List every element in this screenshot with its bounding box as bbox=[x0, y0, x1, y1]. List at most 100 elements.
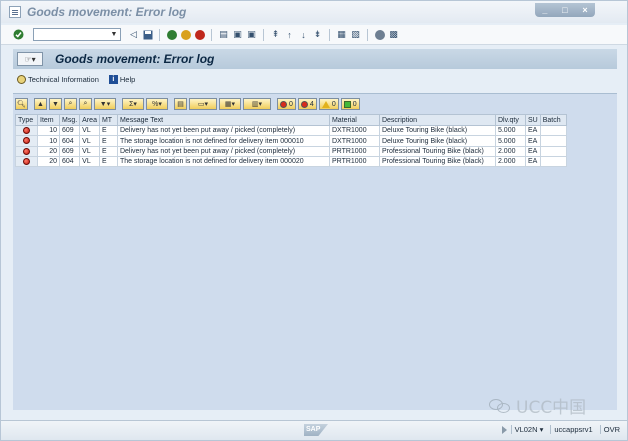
maximize-button[interactable]: □ bbox=[562, 5, 567, 15]
application-toolbar: Technical Information i Help bbox=[13, 71, 617, 87]
warnings-filter-button[interactable]: 4 bbox=[297, 98, 317, 110]
info-filter-button[interactable]: 0 bbox=[318, 98, 339, 110]
help-label: Help bbox=[119, 74, 136, 84]
toolbar-separator bbox=[263, 28, 264, 41]
toolbar-separator bbox=[367, 28, 368, 41]
mt-cell: E bbox=[98, 124, 118, 137]
errors-count: 0 bbox=[289, 100, 293, 108]
qty-cell: 2.000 bbox=[494, 145, 526, 158]
material-cell: DXTR1000 bbox=[328, 135, 380, 147]
command-field[interactable]: ▼ bbox=[33, 28, 121, 41]
mt-cell: E bbox=[98, 156, 118, 168]
material-cell: PRTR1000 bbox=[328, 156, 380, 168]
screen-header: ☞▾ Goods movement: Error log bbox=[13, 49, 617, 69]
title-bar: Goods movement: Error log _ □ × bbox=[1, 1, 627, 23]
technical-information-label: Technical Information bbox=[28, 74, 99, 84]
layout-menu-icon[interactable]: ▩ bbox=[388, 29, 399, 40]
technical-information-button[interactable]: Technical Information bbox=[17, 74, 99, 84]
save-icon[interactable] bbox=[142, 29, 153, 40]
views-icon[interactable]: ▦▾ bbox=[219, 98, 241, 110]
technical-information-icon bbox=[17, 74, 26, 84]
watermark-text: UCC中国 bbox=[516, 398, 587, 418]
column-header-message-text[interactable]: Message Text bbox=[116, 114, 330, 126]
sort-ascending-icon[interactable]: ▲ bbox=[34, 98, 47, 110]
screen-menu-icon[interactable]: ☞▾ bbox=[17, 52, 43, 66]
sort-descending-icon[interactable]: ▼ bbox=[49, 98, 62, 110]
column-header-item[interactable]: Item bbox=[37, 114, 60, 126]
table-row[interactable]: 20 604 VL E The storage location is not … bbox=[15, 156, 567, 168]
column-header-area[interactable]: Area bbox=[79, 114, 100, 126]
expand-status-icon[interactable] bbox=[501, 425, 507, 434]
command-input[interactable] bbox=[34, 29, 108, 40]
table-row[interactable]: 10 604 VL E The storage location is not … bbox=[15, 135, 567, 147]
layout-icon[interactable]: ▥▾ bbox=[243, 98, 271, 110]
column-header-batch[interactable]: Batch bbox=[539, 114, 567, 126]
table-row[interactable]: 10 609 VL E Delivery has not yet been pu… bbox=[15, 124, 567, 137]
chevron-down-icon[interactable]: ▼ bbox=[108, 29, 120, 40]
material-cell: PRTR1000 bbox=[328, 145, 380, 158]
toolbar-separator bbox=[329, 28, 330, 41]
window-title: Goods movement: Error log bbox=[27, 5, 187, 19]
toolbar-separator bbox=[211, 28, 212, 41]
column-header-description[interactable]: Description bbox=[378, 114, 496, 126]
help-button[interactable]: i Help bbox=[108, 74, 136, 84]
cancel-icon[interactable] bbox=[194, 29, 205, 40]
batch-cell bbox=[539, 156, 567, 168]
column-header-material[interactable]: Material bbox=[328, 114, 380, 126]
find-icon[interactable]: ▣ bbox=[232, 29, 243, 40]
find-icon[interactable]: ⌕ bbox=[64, 98, 77, 110]
exit-icon[interactable] bbox=[180, 29, 191, 40]
table-row[interactable]: 20 609 VL E Delivery has not yet been pu… bbox=[15, 145, 567, 158]
sap-window: Goods movement: Error log _ □ × ▼ ◁ ▤ ▣ … bbox=[0, 0, 628, 441]
area-cell: VL bbox=[79, 145, 100, 158]
qty-cell: 5.000 bbox=[494, 124, 526, 137]
item-cell: 20 bbox=[37, 156, 60, 168]
sap-logo: SAP bbox=[304, 424, 328, 436]
close-button[interactable]: × bbox=[582, 5, 587, 15]
chevron-down-icon[interactable]: ▾ bbox=[540, 425, 544, 434]
watermark: UCC中国 bbox=[489, 393, 586, 418]
window-controls: _ □ × bbox=[535, 3, 595, 17]
last-page-icon[interactable]: ⇟ bbox=[312, 29, 323, 40]
back-nav-icon[interactable] bbox=[166, 29, 177, 40]
export-icon[interactable]: ▭▾ bbox=[189, 98, 217, 110]
detail-icon[interactable]: 🔍︎ bbox=[15, 98, 28, 110]
success-filter-button[interactable]: 0 bbox=[340, 98, 360, 110]
total-icon[interactable]: Σ▾ bbox=[122, 98, 144, 110]
su-cell: EA bbox=[524, 135, 541, 147]
find-next-icon[interactable]: ▣ bbox=[246, 29, 257, 40]
app-menu-icon[interactable] bbox=[9, 6, 21, 18]
column-header-su[interactable]: SU bbox=[524, 114, 541, 126]
msg-cell: 604 bbox=[58, 156, 81, 168]
subtotal-icon[interactable]: %▾ bbox=[146, 98, 168, 110]
column-header-msg[interactable]: Msg. bbox=[58, 114, 81, 126]
print-preview-icon[interactable]: ▤ bbox=[174, 98, 187, 110]
item-cell: 20 bbox=[37, 145, 60, 158]
enter-icon[interactable] bbox=[13, 29, 24, 40]
column-header-mt[interactable]: MT bbox=[98, 114, 118, 126]
filter-icon[interactable]: ▼▾ bbox=[94, 98, 116, 110]
previous-page-icon[interactable]: ↑ bbox=[284, 29, 295, 40]
create-session-icon[interactable]: ▦ bbox=[336, 29, 347, 40]
print-icon[interactable]: ▤ bbox=[218, 29, 229, 40]
column-header-type[interactable]: Type bbox=[15, 114, 38, 126]
error-led-icon bbox=[23, 127, 30, 134]
back-icon[interactable]: ◁ bbox=[128, 29, 139, 40]
transaction-code[interactable]: VL02N ▾ bbox=[510, 425, 547, 434]
insert-mode[interactable]: OVR bbox=[599, 425, 623, 434]
status-bar: SAP VL02N ▾ uccappsrv1 OVR bbox=[1, 420, 627, 440]
column-header-dlv-qty[interactable]: Dlv.qty bbox=[494, 114, 526, 126]
message-text-cell: Delivery has not yet been put away / pic… bbox=[116, 124, 330, 137]
first-page-icon[interactable]: ⇞ bbox=[270, 29, 281, 40]
errors-filter-button[interactable]: 0 bbox=[277, 98, 296, 110]
shortcut-icon[interactable]: ▧ bbox=[350, 29, 361, 40]
message-text-cell: The storage location is not defined for … bbox=[116, 156, 330, 168]
next-page-icon[interactable]: ↓ bbox=[298, 29, 309, 40]
error-icon bbox=[280, 100, 287, 108]
alv-toolbar: 🔍︎ ▲ ▼ ⌕ ⌕ ▼▾ Σ▾ %▾ ▤ ▭▾ ▦▾ ▥▾ 0 4 0 0 bbox=[15, 97, 360, 111]
qty-cell: 5.000 bbox=[494, 135, 526, 147]
find-next-icon[interactable]: ⌕ bbox=[79, 98, 92, 110]
minimize-button[interactable]: _ bbox=[542, 5, 547, 15]
type-cell bbox=[15, 156, 38, 168]
help-icon[interactable] bbox=[374, 29, 385, 40]
